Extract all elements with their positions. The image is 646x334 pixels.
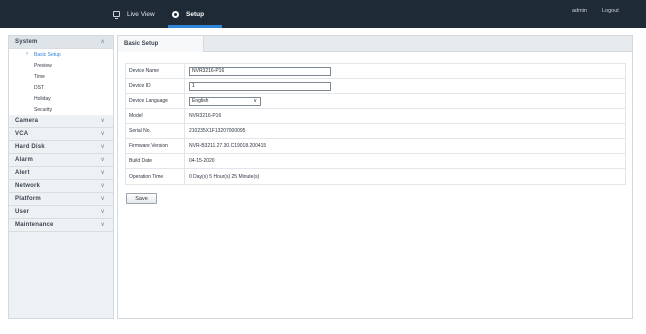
tab-basic-setup[interactable]: Basic Setup [118,36,204,52]
form-row-build-date: Build Date 04-15-2020 [126,154,625,169]
sidebar-item-label: Time [34,73,45,80]
sidebar-item-time[interactable]: Time [9,71,113,82]
sidebar-item-label: Holiday [34,95,51,102]
model-label: Model [126,109,185,123]
settings-sidebar: System ∧ Basic Setup Preview Time DST Ho… [8,35,114,319]
sidebar-group-system[interactable]: System ∧ [9,36,113,49]
sidebar-group-user[interactable]: User ∨ [9,206,113,219]
form-row-device-language: Device Language English ∨ [126,94,625,109]
build-date-value: 04-15-2020 [189,158,215,164]
nav-live-view-label: Live View [127,10,155,18]
firmware-label: Firmware Version [126,139,185,153]
sidebar-group-vca[interactable]: VCA ∨ [9,128,113,141]
sidebar-group-maintenance[interactable]: Maintenance ∨ [9,219,113,232]
monitor-icon [113,11,120,19]
chevron-down-icon: ∨ [100,131,105,137]
sidebar-group-label: Platform [15,196,41,202]
admin-user-link[interactable]: admin [572,8,587,14]
serial-label: Serial No. [126,124,185,138]
sidebar-group-platform[interactable]: Platform ∨ [9,193,113,206]
chevron-up-icon: ∧ [100,39,105,45]
chevron-down-icon: ∨ [100,118,105,124]
nav-setup[interactable]: Setup [172,0,204,28]
device-language-select[interactable]: English ∨ [189,96,261,106]
sidebar-item-label: Security [34,106,53,113]
sidebar-group-label: Alarm [15,157,34,163]
sidebar-group-camera[interactable]: Camera ∨ [9,115,113,128]
chevron-down-icon: ∨ [100,183,105,189]
device-language-label: Device Language [126,94,185,108]
gear-icon [172,10,179,18]
firmware-value: NVR-B3211.27.30.C19018.200415 [189,143,267,149]
sidebar-item-label: DST [34,84,44,91]
sidebar-item-preview[interactable]: Preview [9,60,113,71]
form-row-serial: Serial No. 210235X1F13207000095 [126,124,625,139]
sidebar-group-label: User [15,209,30,215]
build-date-label: Build Date [126,154,185,168]
main-content-panel: Basic Setup Device Name Device ID Device… [117,35,633,319]
chevron-down-icon: ∨ [100,209,105,215]
active-nav-indicator [168,25,222,28]
device-name-label: Device Name [126,64,185,78]
app-window: Live View Setup admin Logout System ∧ Ba… [0,0,646,334]
sidebar-item-security[interactable]: Security [9,104,113,115]
device-id-input[interactable] [189,81,331,91]
sidebar-group-alert[interactable]: Alert ∨ [9,167,113,180]
serial-value: 210235X1F13207000095 [189,128,246,134]
form-row-firmware: Firmware Version NVR-B3211.27.30.C19018.… [126,139,625,154]
device-language-cell: English ∨ [185,96,261,106]
logout-link[interactable]: Logout [602,8,619,14]
sidebar-item-basic-setup[interactable]: Basic Setup [9,49,113,60]
operation-time-label: Operation Time [126,169,185,184]
model-value: NVR3216-P16 [189,113,222,119]
chevron-down-icon: ∨ [100,196,105,202]
device-id-label: Device ID [126,79,185,93]
device-name-cell [185,66,331,76]
chevron-down-icon: ∨ [100,144,105,150]
device-id-cell [185,81,331,91]
sidebar-group-hard-disk[interactable]: Hard Disk ∨ [9,141,113,154]
save-button[interactable]: Save [126,193,157,204]
nav-live-view[interactable]: Live View [113,0,155,28]
sidebar-item-dst[interactable]: DST [9,82,113,93]
sidebar-group-network[interactable]: Network ∨ [9,180,113,193]
sidebar-group-label: Camera [15,118,39,124]
sidebar-item-label: Basic Setup [34,51,61,58]
chevron-down-icon: ∨ [100,222,105,228]
sidebar-item-label: Preview [34,62,52,69]
form-row-model: Model NVR3216-P16 [126,109,625,124]
tab-bar: Basic Setup [118,36,632,52]
sidebar-group-alarm[interactable]: Alarm ∨ [9,154,113,167]
form-row-device-name: Device Name [126,64,625,79]
sidebar-group-label: VCA [15,131,29,137]
sidebar-item-holiday[interactable]: Holiday [9,93,113,104]
device-language-value: English [192,98,209,104]
operation-time-value: 0 Day(s) 5 Hour(s) 25 Minute(s) [189,173,260,180]
form-row-operation-time: Operation Time 0 Day(s) 5 Hour(s) 25 Min… [126,169,625,184]
top-navigation-bar: Live View Setup admin Logout [0,0,646,28]
sidebar-group-label: Maintenance [15,222,54,228]
sidebar-group-label: Alert [15,170,30,176]
sidebar-group-label: Hard Disk [15,144,45,150]
basic-setup-form: Device Name Device ID Device Language En… [125,63,626,185]
device-name-input[interactable] [189,66,331,76]
sidebar-group-system-label: System [15,39,38,45]
chevron-down-icon: ∨ [100,170,105,176]
nav-setup-label: Setup [186,10,205,18]
chevron-down-icon: ∨ [100,157,105,163]
chevron-down-icon: ∨ [253,98,257,104]
form-row-device-id: Device ID [126,79,625,94]
sidebar-group-label: Network [15,183,41,189]
